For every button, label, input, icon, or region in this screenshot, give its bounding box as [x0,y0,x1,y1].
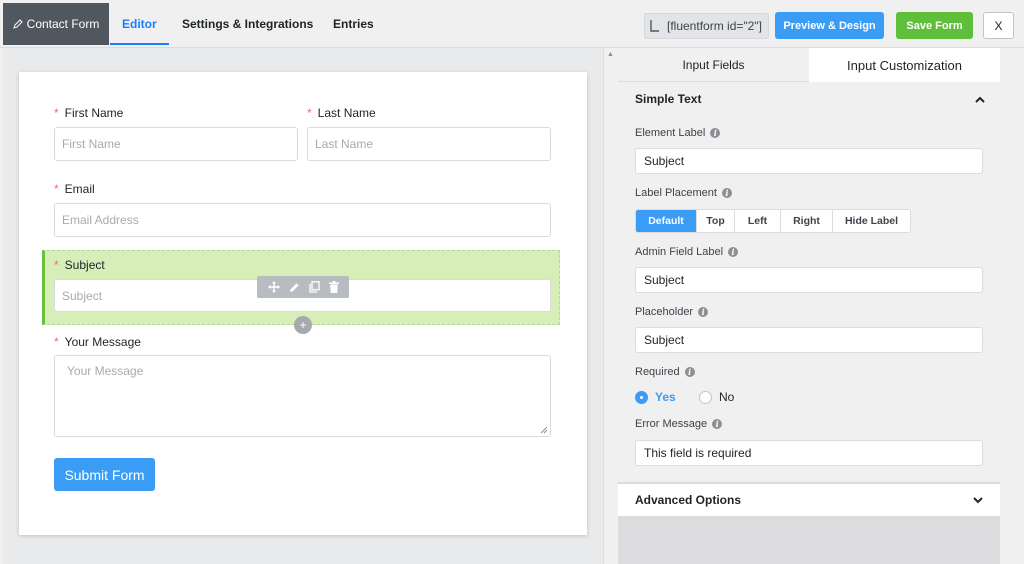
first-name-input[interactable]: First Name [54,127,298,161]
edit-icon[interactable] [289,282,300,293]
add-field-below-button[interactable]: + [294,316,312,334]
tab-input-customization[interactable]: Input Customization [809,48,1000,82]
admin-field-label-text: Admin Field Label [635,246,724,258]
subject-label: * Subject [54,258,105,272]
message-label-text: Your Message [64,335,141,349]
placement-hide-label-button[interactable]: Hide Label [833,210,910,232]
tab-entries[interactable]: Entries [333,3,374,45]
label-placement-caption: Label Placement i [635,187,732,199]
chevron-down-icon[interactable] [973,496,983,504]
tab-settings-integrations[interactable]: Settings & Integrations [182,3,313,45]
move-icon[interactable] [267,281,280,293]
placement-top-button[interactable]: Top [697,210,735,232]
error-message-value: This field is required [644,446,752,460]
collapse-arrow-icon[interactable]: ▲ [607,51,614,58]
required-mark: * [54,182,59,196]
save-form-button[interactable]: Save Form [896,12,973,39]
form-title-label: Contact Form [26,17,100,31]
error-message-caption: Error Message i [635,418,723,430]
right-margin [1000,48,1024,564]
panel-resizer[interactable]: ▲ [603,48,618,564]
info-icon[interactable]: i [710,128,721,138]
tab-editor-label: Editor [122,17,157,31]
tab-settings-label: Settings & Integrations [182,17,314,31]
required-mark: * [54,106,59,120]
radio-dot [699,390,712,404]
email-label-text: Email [64,182,95,196]
message-label: * Your Message [54,335,141,349]
chevron-up-icon[interactable] [975,96,985,103]
required-caption: Required i [635,366,695,378]
pencil-icon [12,19,23,29]
section-title: Simple Text [635,92,702,106]
advanced-options-header[interactable]: Advanced Options [618,483,1000,516]
error-message-input[interactable]: This field is required [635,440,983,466]
email-input[interactable]: Email Address [54,203,551,237]
placement-default-button[interactable]: Default [636,210,697,232]
required-yes-label: Yes [655,390,676,404]
element-label-input[interactable]: Subject [635,148,983,174]
info-icon[interactable]: i [728,247,739,257]
placeholder-input[interactable]: Subject [635,327,983,353]
element-label-text: Element Label [635,127,706,139]
label-placement-group: Default Top Left Right Hide Label [635,209,911,233]
copy-bracket-icon [650,20,659,32]
info-icon[interactable]: i [684,367,695,377]
placeholder-text: Placeholder [635,306,694,318]
admin-field-label-input[interactable]: Subject [635,267,983,293]
email-placeholder: Email Address [62,213,139,227]
trash-icon[interactable] [328,281,339,293]
placement-left-button[interactable]: Left [735,210,781,232]
radio-dot [635,390,648,404]
tab-editor[interactable]: Editor [110,3,169,45]
section-header-simple-text[interactable]: Simple Text [635,92,985,106]
duplicate-icon[interactable] [308,281,320,293]
close-button[interactable]: X [983,12,1014,39]
last-name-input[interactable]: Last Name [307,127,551,161]
info-icon[interactable]: i [721,188,732,198]
first-name-placeholder: First Name [62,137,121,151]
required-no-label: No [719,390,735,404]
last-name-placeholder: Last Name [315,137,374,151]
element-label-value: Subject [644,154,685,168]
required-mark: * [54,335,59,349]
tab-entries-label: Entries [333,17,374,31]
first-name-label-text: First Name [64,106,124,120]
message-textarea[interactable]: Your Message [54,355,551,437]
last-name-label-text: Last Name [317,106,376,120]
error-message-text: Error Message [635,418,708,430]
placeholder-value: Subject [644,333,685,347]
placeholder-caption: Placeholder i [635,306,709,318]
required-mark: * [54,258,59,272]
subject-label-text: Subject [64,258,105,272]
submit-form-button[interactable]: Submit Form [54,458,155,491]
admin-field-label-value: Subject [644,273,685,287]
shortcode-text: [fluentform id="2"] [667,19,762,33]
info-icon[interactable]: i [698,307,709,317]
shortcode-copy[interactable]: [fluentform id="2"] [644,13,769,39]
required-no-radio[interactable]: No [699,390,734,404]
preview-design-button[interactable]: Preview & Design [775,12,884,39]
admin-field-label-caption: Admin Field Label i [635,246,739,258]
subject-placeholder: Subject [62,288,103,303]
last-name-label: * Last Name [307,106,376,120]
message-placeholder: Your Message [67,364,144,378]
required-mark: * [307,106,312,120]
resize-handle-icon[interactable] [540,426,548,434]
advanced-options-label: Advanced Options [635,493,742,507]
field-actions-toolbar [257,276,349,298]
email-label: * Email [54,182,95,196]
required-yes-radio[interactable]: Yes [635,390,676,404]
tab-input-fields[interactable]: Input Fields [618,48,809,82]
required-text: Required [635,366,680,378]
form-title-tab[interactable]: Contact Form [3,3,109,45]
label-placement-text: Label Placement [635,187,717,199]
first-name-label: * First Name [54,106,123,120]
panel-tabs: Input Fields Input Customization [618,48,1000,82]
element-label-caption: Element Label i [635,127,721,139]
top-bar: Contact Form Editor Settings & Integrati… [0,0,1024,48]
info-icon[interactable]: i [712,419,723,429]
placement-right-button[interactable]: Right [781,210,833,232]
